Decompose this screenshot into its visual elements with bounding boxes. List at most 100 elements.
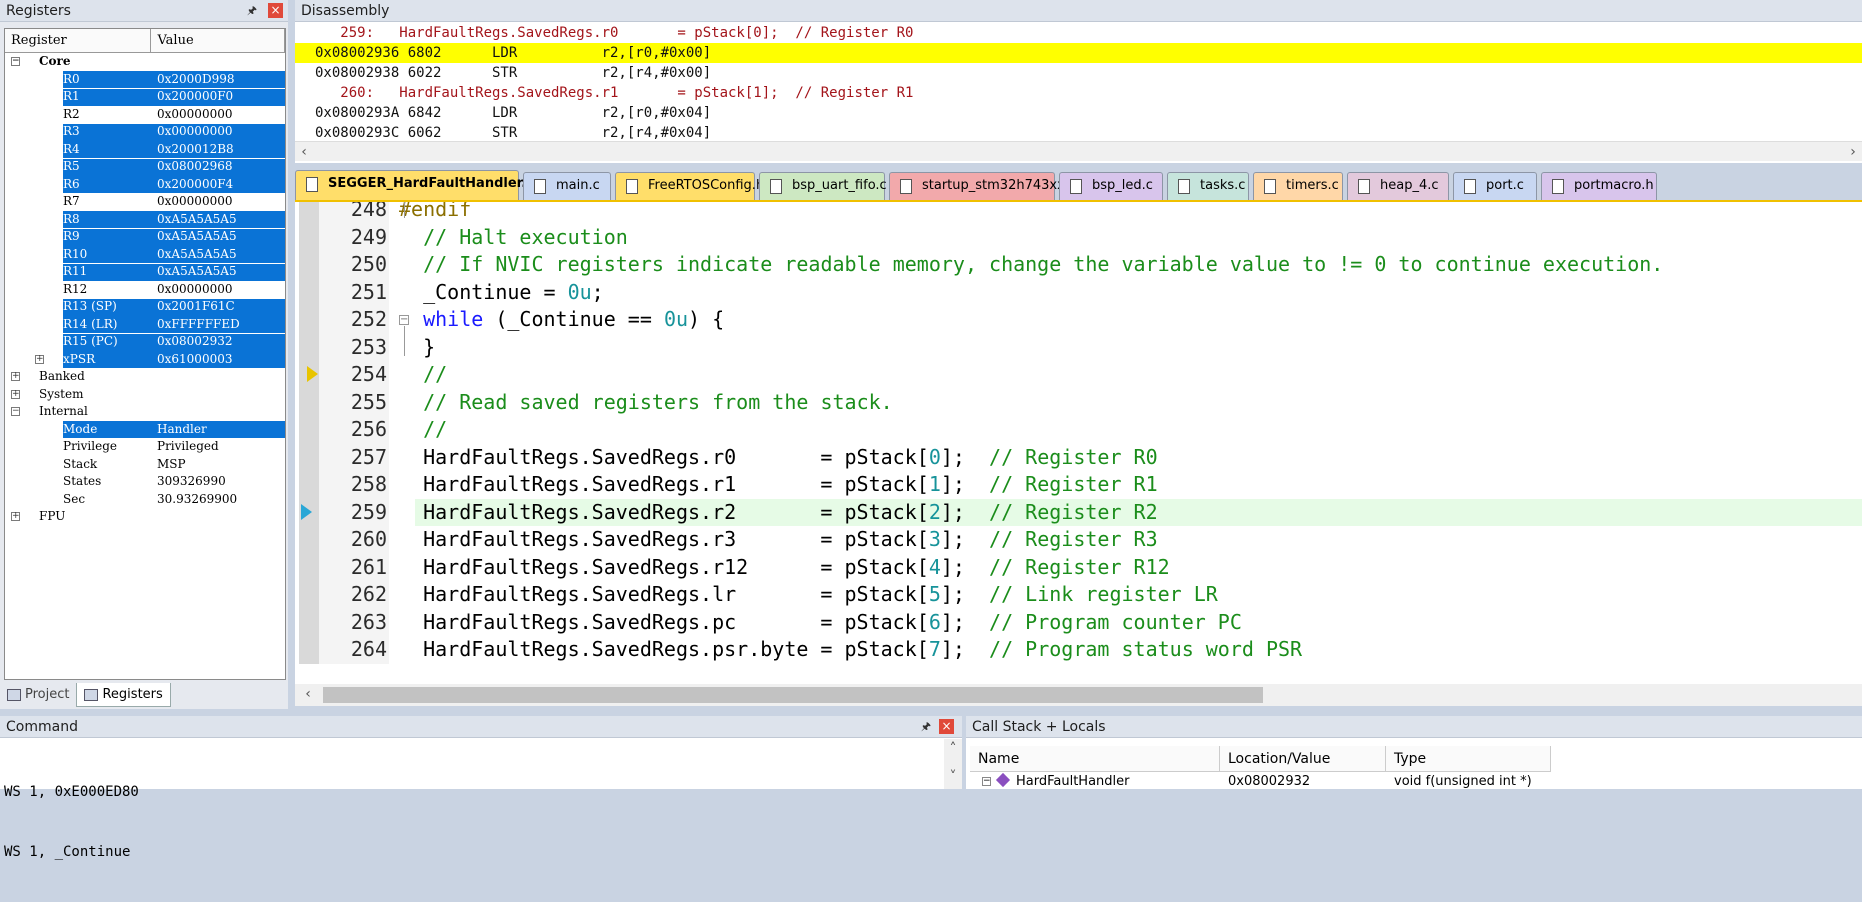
register-row[interactable]: R6 0x200000F4 [5, 176, 285, 194]
register-value[interactable]: 309326990 [157, 473, 226, 491]
code-line[interactable]: 251 _Continue = 0u; [295, 279, 1862, 307]
register-row[interactable]: R8 0xA5A5A5A5 [5, 211, 285, 228]
register-row[interactable]: R7 0x00000000 [5, 193, 285, 211]
collapse-icon[interactable]: − [11, 407, 20, 416]
code-line[interactable]: 263 HardFaultRegs.SavedRegs.pc = pStack[… [295, 609, 1862, 637]
pin-icon[interactable]: 🖈 [920, 721, 932, 733]
tab-file[interactable]: timers.c [1253, 172, 1343, 200]
disassembly-scrollbar[interactable]: ‹ › [295, 141, 1862, 161]
register-value[interactable]: 30.93269900 [157, 491, 237, 509]
close-icon[interactable]: × [939, 719, 954, 734]
column-location[interactable]: Location/Value [1220, 746, 1386, 772]
code-line[interactable]: 256 // [295, 416, 1862, 444]
close-icon[interactable]: × [268, 3, 283, 18]
source-line[interactable]: 259: HardFaultRegs.SavedRegs.r0 = pStack… [295, 23, 1862, 43]
internal-row[interactable]: Privilege Privileged [5, 438, 285, 456]
expand-icon[interactable]: + [11, 372, 20, 381]
register-row[interactable]: R14 (LR) 0xFFFFFFED [5, 316, 285, 334]
register-value[interactable]: 0x2001F61C [157, 298, 235, 316]
register-value[interactable]: 0x00000000 [157, 193, 232, 211]
tree-group-fpu[interactable]: FPU + [5, 508, 285, 526]
code-line[interactable]: 254 // [295, 361, 1862, 389]
register-row[interactable]: R10 0xA5A5A5A5 [5, 246, 285, 264]
register-row[interactable]: R13 (SP) 0x2001F61C [5, 298, 285, 316]
register-value[interactable]: 0xA5A5A5A5 [157, 263, 237, 281]
register-row[interactable]: R4 0x200012B8 [5, 141, 285, 159]
register-row[interactable]: R0 0x2000D998 [5, 71, 285, 89]
register-row[interactable]: R15 (PC) 0x08002932 [5, 333, 285, 351]
code-line[interactable]: 250 // If NVIC registers indicate readab… [295, 251, 1862, 279]
tab-file[interactable]: heap_4.c [1347, 172, 1449, 200]
register-value[interactable]: 0xFFFFFFED [157, 316, 240, 334]
column-value[interactable]: Value [151, 29, 285, 52]
register-value[interactable]: Handler [157, 421, 207, 439]
tree-group-core[interactable]: Core − [5, 53, 285, 71]
code-line[interactable]: 255 // Read saved registers from the sta… [295, 389, 1862, 417]
register-row[interactable]: xPSR 0x61000003 + [5, 351, 285, 369]
code-line[interactable]: 265 // [295, 664, 1862, 665]
column-name[interactable]: Name [970, 746, 1220, 772]
register-value[interactable]: 0xA5A5A5A5 [157, 228, 237, 246]
register-row[interactable]: R11 0xA5A5A5A5 [5, 263, 285, 281]
register-value[interactable]: 0x200000F4 [157, 176, 233, 194]
code-line[interactable]: 248 #endif [295, 202, 1862, 224]
register-value[interactable]: 0x00000000 [157, 106, 232, 124]
register-value[interactable]: 0xA5A5A5A5 [157, 246, 237, 264]
code-line[interactable]: 261 HardFaultRegs.SavedRegs.r12 = pStack… [295, 554, 1862, 582]
register-value[interactable]: MSP [157, 456, 186, 474]
fold-icon[interactable]: − [399, 315, 409, 325]
register-row[interactable]: R9 0xA5A5A5A5 [5, 228, 285, 246]
tab-file[interactable]: main.c [523, 172, 611, 200]
code-line[interactable]: 252 while (_Continue == 0u) { [295, 306, 1862, 334]
scrollbar-thumb[interactable] [323, 687, 1263, 703]
code-line[interactable]: 258 HardFaultRegs.SavedRegs.r1 = pStack[… [295, 471, 1862, 499]
command-scrollbar[interactable]: ˄ ˅ [944, 739, 962, 789]
scroll-left-icon[interactable]: ‹ [299, 684, 317, 704]
code-line[interactable]: 257 HardFaultRegs.SavedRegs.r0 = pStack[… [295, 444, 1862, 472]
expand-icon[interactable]: + [35, 354, 44, 364]
tab-registers[interactable]: Registers [76, 683, 171, 707]
tree-group-banked[interactable]: Banked + [5, 368, 285, 386]
callstack-row[interactable]: − HardFaultHandler 0x08002932 void f(uns… [970, 772, 1862, 792]
register-value[interactable]: 0x08002968 [157, 158, 232, 176]
source-line[interactable]: 260: HardFaultRegs.SavedRegs.r1 = pStack… [295, 83, 1862, 103]
internal-row[interactable]: States 309326990 [5, 473, 285, 491]
tab-file[interactable]: bsp_led.c [1059, 172, 1163, 200]
register-value[interactable]: Privileged [157, 438, 219, 456]
code-line[interactable]: 262 HardFaultRegs.SavedRegs.lr = pStack[… [295, 581, 1862, 609]
pin-icon[interactable]: 🖈 [246, 5, 258, 17]
register-value[interactable]: 0x200000F0 [157, 88, 233, 106]
internal-row[interactable]: Sec 30.93269900 [5, 491, 285, 509]
scroll-left-icon[interactable]: ‹ [295, 142, 313, 162]
column-register[interactable]: Register [5, 29, 152, 52]
asm-line[interactable]: 0x0800293A 6842 LDR r2,[r0,#0x04] [295, 103, 1862, 123]
register-value[interactable]: 0x200012B8 [157, 141, 234, 159]
tab-project[interactable]: Project [0, 683, 76, 707]
tree-group-internal[interactable]: Internal − [5, 403, 285, 421]
scroll-up-icon[interactable]: ˄ [944, 739, 962, 759]
code-line[interactable]: 253 } [295, 334, 1862, 362]
register-value[interactable]: 0x00000000 [157, 123, 232, 141]
register-row[interactable]: R5 0x08002968 [5, 158, 285, 176]
register-value[interactable]: 0x61000003 [157, 351, 232, 369]
collapse-icon[interactable]: − [982, 777, 991, 786]
tab-file[interactable]: tasks.c [1167, 172, 1249, 200]
expand-icon[interactable]: + [11, 512, 20, 521]
tree-group-system[interactable]: System + [5, 386, 285, 404]
register-row[interactable]: R12 0x00000000 [5, 281, 285, 299]
editor-scrollbar[interactable]: ‹ [295, 684, 1862, 706]
expand-icon[interactable]: + [11, 389, 20, 399]
code-line[interactable]: 264 HardFaultRegs.SavedRegs.psr.byte = p… [295, 636, 1862, 664]
register-row[interactable]: R1 0x200000F0 [5, 88, 285, 106]
register-value[interactable]: 0x00000000 [157, 281, 232, 299]
tab-file[interactable]: bsp_uart_fifo.c [759, 172, 887, 200]
code-editor[interactable]: 248 #endif 249 // Halt execution 250 // If … [295, 200, 1862, 706]
register-value[interactable]: 0x08002932 [157, 333, 232, 351]
code-line[interactable]: 259 HardFaultRegs.SavedRegs.r2 = pStack[… [295, 498, 1862, 526]
command-output[interactable]: WS 1, 0xE000ED80 WS 1, _Continue [4, 742, 139, 902]
register-value[interactable]: 0x2000D998 [157, 71, 234, 89]
disassembly-listing[interactable]: 259: HardFaultRegs.SavedRegs.r0 = pStack… [295, 23, 1862, 141]
tab-file[interactable]: startup_stm32h743xx.s [889, 172, 1076, 200]
code-lines[interactable]: 248 #endif 249 // Halt execution 250 // If … [295, 202, 1862, 664]
code-line[interactable]: 260 HardFaultRegs.SavedRegs.r3 = pStack[… [295, 526, 1862, 554]
